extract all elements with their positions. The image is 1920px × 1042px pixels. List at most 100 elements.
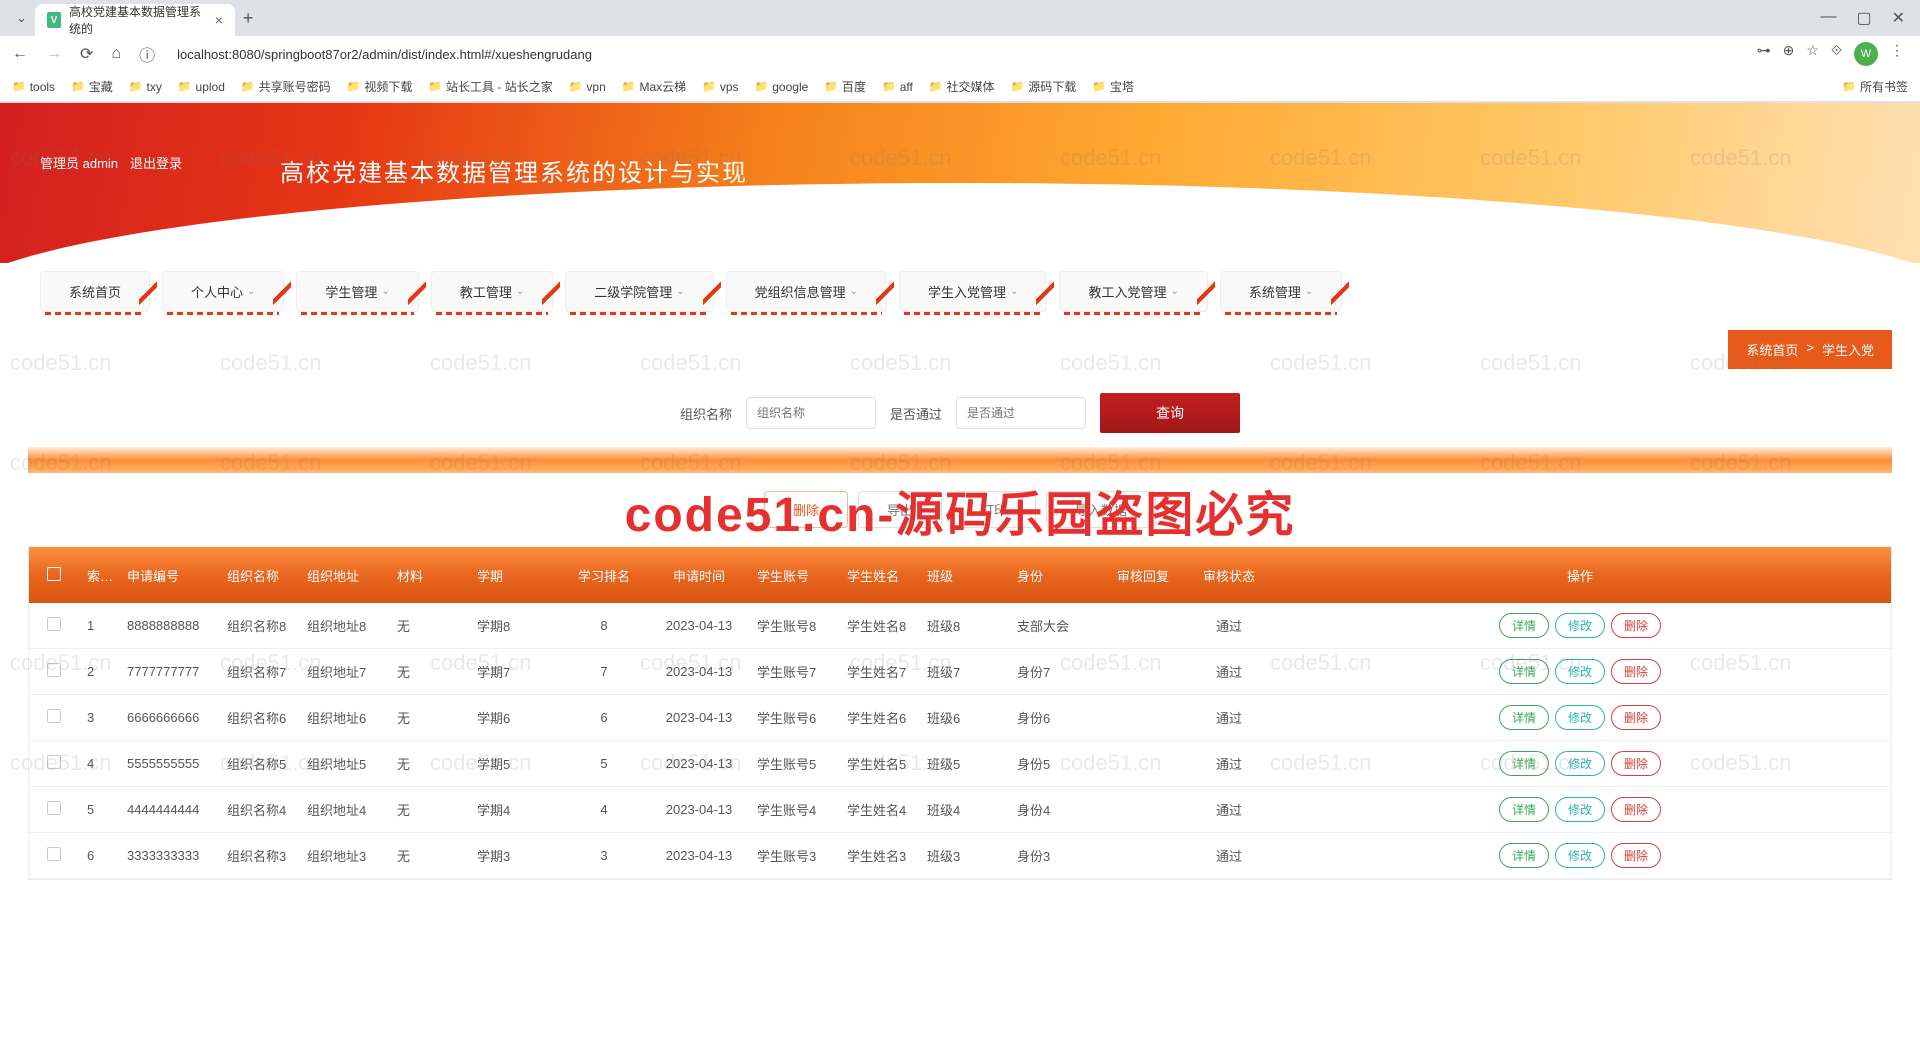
url-input[interactable]: localhost:8080/springboot87or2/admin/dis… — [169, 43, 1747, 66]
detail-button[interactable]: 详情 — [1499, 705, 1549, 730]
page-title: 高校党建基本数据管理系统的设计与实现 — [280, 153, 748, 188]
bookmark-item[interactable]: 宝塔 — [1092, 78, 1134, 95]
cell-id: 身份5 — [1009, 754, 1109, 773]
detail-button[interactable]: 详情 — [1499, 843, 1549, 868]
logout-link[interactable]: 退出登录 — [130, 153, 182, 172]
detail-button[interactable]: 详情 — [1499, 751, 1549, 776]
row-delete-button[interactable]: 删除 — [1611, 751, 1661, 776]
close-window-icon[interactable]: ✕ — [1892, 8, 1905, 28]
toolbar: code51.cn-源码乐园盗图必究 删除 导出 打印 导入数据 — [0, 473, 1920, 546]
row-checkbox[interactable] — [47, 709, 61, 723]
row-delete-button[interactable]: 删除 — [1611, 843, 1661, 868]
col-org: 组织名称 — [219, 566, 299, 585]
org-input[interactable] — [746, 397, 876, 429]
browser-tab[interactable]: V 高校党建基本数据管理系统的 × — [35, 4, 235, 36]
nav-tab[interactable]: 系统首页 — [40, 271, 150, 312]
bookmark-item[interactable]: vpn — [569, 78, 606, 95]
key-icon[interactable]: ⊶ — [1757, 42, 1771, 66]
bookmark-item[interactable]: 源码下载 — [1011, 78, 1077, 95]
edit-button[interactable]: 修改 — [1555, 843, 1605, 868]
nav-tab[interactable]: 学生管理⌄ — [296, 271, 418, 312]
detail-button[interactable]: 详情 — [1499, 797, 1549, 822]
nav-tab[interactable]: 二级学院管理⌄ — [565, 271, 713, 312]
col-index[interactable]: 索引 — [79, 566, 119, 585]
col-id: 身份 — [1009, 566, 1109, 585]
menu-icon[interactable]: ⋮ — [1890, 42, 1904, 66]
cell-id: 身份3 — [1009, 846, 1109, 865]
chevron-down-icon: ⌄ — [676, 286, 684, 297]
bookmark-item[interactable]: aff — [882, 78, 913, 95]
nav-tabs: 系统首页个人中心⌄ 学生管理⌄ 教工管理⌄ 二级学院管理⌄ 党组织信息管理⌄ 学生入党管理… — [0, 263, 1920, 320]
reload-icon[interactable]: ⟳ — [76, 40, 97, 68]
row-checkbox[interactable] — [47, 663, 61, 677]
cell-cls: 班级7 — [919, 662, 1009, 681]
favicon-icon: V — [47, 12, 61, 28]
row-checkbox[interactable] — [47, 847, 61, 861]
nav-tab[interactable]: 系统管理⌄ — [1220, 271, 1342, 312]
cell-addr: 组织地址7 — [299, 662, 389, 681]
edit-button[interactable]: 修改 — [1555, 705, 1605, 730]
bookmark-item[interactable]: 社交媒体 — [929, 78, 995, 95]
info-icon[interactable]: ⓘ — [135, 38, 159, 70]
breadcrumb-home[interactable]: 系统首页 — [1746, 340, 1798, 359]
minimize-icon[interactable]: — — [1820, 8, 1836, 28]
row-checkbox[interactable] — [47, 801, 61, 815]
bookmark-item[interactable]: Max云梯 — [622, 78, 686, 95]
back-icon[interactable]: ← — [8, 41, 32, 67]
tab-dropdown-icon[interactable]: ⌄ — [8, 10, 35, 26]
edit-button[interactable]: 修改 — [1555, 659, 1605, 684]
row-delete-button[interactable]: 删除 — [1611, 705, 1661, 730]
bookmark-item[interactable]: uplod — [178, 78, 225, 95]
col-acc: 学生账号 — [749, 566, 839, 585]
close-icon[interactable]: × — [215, 12, 223, 28]
import-button[interactable]: 导入数据 — [1046, 491, 1156, 528]
row-checkbox[interactable] — [47, 617, 61, 631]
cell-org: 组织名称8 — [219, 616, 299, 635]
bookmark-item[interactable]: google — [755, 78, 809, 95]
nav-tab[interactable]: 学生入党管理⌄ — [899, 271, 1047, 312]
search-button[interactable]: 查询 — [1100, 393, 1240, 433]
avatar[interactable]: W — [1854, 42, 1878, 66]
nav-tab[interactable]: 个人中心⌄ — [162, 271, 284, 312]
cell-term: 学期4 — [469, 800, 559, 819]
detail-button[interactable]: 详情 — [1499, 613, 1549, 638]
detail-button[interactable]: 详情 — [1499, 659, 1549, 684]
pass-input[interactable] — [956, 397, 1086, 429]
row-checkbox[interactable] — [47, 755, 61, 769]
nav-tab[interactable]: 党组织信息管理⌄ — [726, 271, 887, 312]
cell-name: 学生姓名8 — [839, 616, 919, 635]
cell-rank: 8 — [559, 618, 649, 633]
edit-button[interactable]: 修改 — [1555, 797, 1605, 822]
select-all-checkbox[interactable] — [47, 567, 61, 581]
home-icon[interactable]: ⌂ — [107, 41, 125, 67]
row-delete-button[interactable]: 删除 — [1611, 797, 1661, 822]
cell-org: 组织名称5 — [219, 754, 299, 773]
bookmark-item[interactable]: 宝藏 — [71, 78, 113, 95]
nav-tab[interactable]: 教工管理⌄ — [431, 271, 553, 312]
translate-icon[interactable]: ⊕ — [1783, 42, 1795, 66]
delete-button[interactable]: 删除 — [764, 491, 848, 528]
cell-sno: 4444444444 — [119, 802, 219, 817]
bookmark-item[interactable]: vps — [702, 78, 738, 95]
print-button[interactable]: 打印 — [952, 491, 1036, 528]
all-bookmarks[interactable]: 所有书签 — [1842, 78, 1908, 95]
bookmark-item[interactable]: txy — [129, 78, 162, 95]
bookmark-item[interactable]: 百度 — [824, 78, 866, 95]
bookmark-item[interactable]: 共享账号密码 — [241, 78, 331, 95]
row-delete-button[interactable]: 删除 — [1611, 613, 1661, 638]
bookmark-item[interactable]: 站长工具 - 站长之家 — [428, 78, 552, 95]
nav-tab[interactable]: 教工入党管理⌄ — [1059, 271, 1207, 312]
new-tab-icon[interactable]: + — [243, 8, 254, 29]
forward-icon[interactable]: → — [42, 41, 66, 67]
bookmark-item[interactable]: tools — [12, 78, 55, 95]
star-icon[interactable]: ☆ — [1806, 42, 1819, 66]
edit-button[interactable]: 修改 — [1555, 613, 1605, 638]
row-delete-button[interactable]: 删除 — [1611, 659, 1661, 684]
export-button[interactable]: 导出 — [858, 491, 942, 528]
bookmark-item[interactable]: 视频下载 — [347, 78, 413, 95]
maximize-icon[interactable]: ▢ — [1856, 8, 1871, 28]
bookmarks-bar: tools 宝藏 txy uplod 共享账号密码视频下载站长工具 - 站长之家 vpn M… — [0, 72, 1920, 102]
cell-name: 学生姓名4 — [839, 800, 919, 819]
extension-icon[interactable]: ⟐ — [1831, 42, 1842, 66]
edit-button[interactable]: 修改 — [1555, 751, 1605, 776]
